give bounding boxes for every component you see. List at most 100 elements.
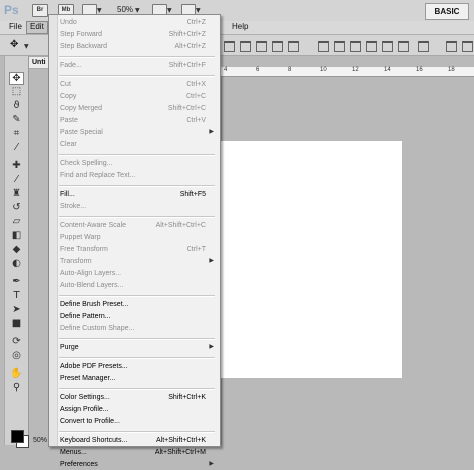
menu-item-define-custom-shape[interactable]: Define Custom Shape...	[60, 323, 216, 334]
workspace-switcher[interactable]: BASIC	[425, 3, 469, 20]
distribute-top-icon[interactable]	[318, 41, 329, 52]
distribute-right-icon[interactable]	[398, 41, 409, 52]
distribute-hcenter-icon[interactable]	[382, 41, 393, 52]
menu-item-assign-profile[interactable]: Assign Profile...	[60, 404, 216, 415]
menu-item-define-pattern[interactable]: Define Pattern...	[60, 311, 216, 322]
menu-item-step-forward[interactable]: Step Forward Shift+Ctrl+Z	[60, 29, 216, 40]
align-top-icon[interactable]	[224, 41, 235, 52]
healing-brush-tool-icon[interactable]: ✚	[10, 160, 23, 171]
menu-item-menus[interactable]: Menus... Alt+Shift+Ctrl+M	[60, 447, 216, 458]
move-tool-icon[interactable]: ✥	[9, 72, 24, 85]
foreground-color-swatch[interactable]	[11, 430, 24, 443]
ruler-number: 18	[448, 67, 455, 73]
menu-item-label: Clear	[60, 141, 77, 148]
chevron-down-icon[interactable]: ▼	[196, 7, 201, 14]
menu-item-paste-special[interactable]: Paste Special ▶	[60, 127, 216, 138]
menu-item-step-backward[interactable]: Step Backward Alt+Ctrl+Z	[60, 41, 216, 52]
menu-item-purge[interactable]: Purge ▶	[60, 342, 216, 353]
hand-tool-icon[interactable]: ✋	[10, 368, 23, 379]
menu-help[interactable]: Help	[229, 22, 251, 33]
menu-item-free-transform[interactable]: Free Transform Ctrl+T	[60, 244, 216, 255]
zoom-level[interactable]: 50%	[117, 5, 133, 14]
3d-rotate-tool-icon[interactable]: ⟳	[10, 336, 23, 347]
pen-tool-icon[interactable]: ✒	[10, 276, 23, 287]
menu-item-paste[interactable]: Paste Ctrl+V	[60, 115, 216, 126]
blur-tool-icon[interactable]: ◆	[10, 244, 23, 255]
align-vcenter-icon[interactable]	[240, 41, 251, 52]
menu-item-preset-manager[interactable]: Preset Manager...	[60, 373, 216, 384]
menu-item-content-aware-scale[interactable]: Content-Aware Scale Alt+Shift+Ctrl+C	[60, 220, 216, 231]
menu-item-undo[interactable]: Undo Ctrl+Z	[60, 17, 216, 28]
chevron-down-icon[interactable]: ▼	[167, 7, 172, 14]
menu-item-clear[interactable]: Clear	[60, 139, 216, 150]
menu-item-define-brush-preset[interactable]: Define Brush Preset...	[60, 299, 216, 310]
gradient-tool-icon[interactable]: ◧	[10, 230, 23, 241]
menu-item-label: Fade...	[60, 62, 82, 69]
menu-edit[interactable]: Edit	[26, 21, 48, 34]
align-hcenter-icon[interactable]	[288, 41, 299, 52]
menu-item-label: Paste	[60, 117, 78, 124]
menu-item-copy-merged[interactable]: Copy Merged Shift+Ctrl+C	[60, 103, 216, 114]
ruler-number: 6	[256, 67, 260, 73]
chevron-down-icon[interactable]: ▼	[97, 7, 102, 14]
menu-item-shortcut: Ctrl+X	[186, 81, 206, 88]
menu-item-color-settings[interactable]: Color Settings... Shift+Ctrl+K	[60, 392, 216, 403]
3d-orbit-tool-icon[interactable]: ◎	[10, 350, 23, 361]
align-left-icon[interactable]	[272, 41, 283, 52]
rectangle-tool-icon[interactable]: ■	[10, 318, 23, 329]
menu-item-adobe-pdf-presets[interactable]: Adobe PDF Presets...	[60, 361, 216, 372]
3d-roll-icon[interactable]	[462, 41, 473, 52]
dodge-tool-icon[interactable]: ◐	[10, 258, 23, 269]
menu-item-label: Convert to Profile...	[60, 418, 120, 425]
document-canvas[interactable]	[221, 141, 402, 378]
menu-item-label: Purge	[60, 344, 79, 351]
chevron-down-icon[interactable]: ▼	[135, 7, 140, 14]
ruler-number: 12	[352, 67, 359, 73]
history-brush-tool-icon[interactable]: ↺	[10, 202, 23, 213]
submenu-arrow-icon: ▶	[209, 129, 214, 135]
menu-item-cut[interactable]: Cut Ctrl+X	[60, 79, 216, 90]
align-bottom-icon[interactable]	[256, 41, 267, 52]
path-select-tool-icon[interactable]: ➤	[10, 304, 23, 315]
lasso-tool-icon[interactable]: ϑ	[10, 100, 23, 111]
marquee-tool-icon[interactable]: ⬚	[10, 86, 23, 97]
eyedropper-tool-icon[interactable]: ⁄	[10, 142, 23, 153]
crop-tool-icon[interactable]: ⌗	[10, 128, 23, 139]
menu-item-auto-align-layers[interactable]: Auto-Align Layers...	[60, 268, 216, 279]
menu-item-preferences[interactable]: Preferences ▶	[60, 459, 216, 470]
menu-item-label: Puppet Warp	[60, 234, 101, 241]
bridge-button[interactable]: Br	[32, 4, 48, 17]
status-zoom[interactable]: 50%	[33, 437, 47, 444]
distribute-bottom-icon[interactable]	[350, 41, 361, 52]
auto-align-icon[interactable]	[418, 41, 429, 52]
menu-item-label: Auto-Blend Layers...	[60, 282, 124, 289]
chevron-down-icon[interactable]: ▼	[24, 43, 29, 50]
menu-item-copy[interactable]: Copy Ctrl+C	[60, 91, 216, 102]
menu-item-fill[interactable]: Fill... Shift+F5	[60, 189, 216, 200]
zoom-tool-icon[interactable]: ⚲	[10, 382, 23, 393]
clone-stamp-tool-icon[interactable]: ♜	[10, 188, 23, 199]
menu-item-puppet-warp[interactable]: Puppet Warp	[60, 232, 216, 243]
eraser-tool-icon[interactable]: ▱	[10, 216, 23, 227]
ruler-number: 8	[288, 67, 292, 73]
menu-item-find-and-replace-text[interactable]: Find and Replace Text...	[60, 170, 216, 181]
menu-item-keyboard-shortcuts[interactable]: Keyboard Shortcuts... Alt+Shift+Ctrl+K	[60, 435, 216, 446]
menu-item-label: Cut	[60, 81, 71, 88]
type-tool-icon[interactable]: T	[10, 290, 23, 301]
menu-item-fade[interactable]: Fade... Shift+Ctrl+F	[60, 60, 216, 71]
distribute-left-icon[interactable]	[366, 41, 377, 52]
quick-select-tool-icon[interactable]: ✎	[10, 114, 23, 125]
3d-mode-icon[interactable]	[446, 41, 457, 52]
menu-file[interactable]: File	[6, 22, 25, 33]
menu-separator	[59, 75, 215, 77]
menu-item-convert-to-profile[interactable]: Convert to Profile...	[60, 416, 216, 427]
brush-tool-icon[interactable]: ⁄	[10, 174, 23, 185]
menu-item-label: Define Pattern...	[60, 313, 111, 320]
distribute-vcenter-icon[interactable]	[334, 41, 345, 52]
menu-item-stroke[interactable]: Stroke...	[60, 201, 216, 212]
move-tool-icon[interactable]: ✥	[10, 39, 18, 50]
menu-item-check-spelling[interactable]: Check Spelling...	[60, 158, 216, 169]
menu-item-auto-blend-layers[interactable]: Auto-Blend Layers...	[60, 280, 216, 291]
menu-item-shortcut: Alt+Shift+Ctrl+K	[156, 437, 206, 444]
menu-item-transform[interactable]: Transform ▶	[60, 256, 216, 267]
